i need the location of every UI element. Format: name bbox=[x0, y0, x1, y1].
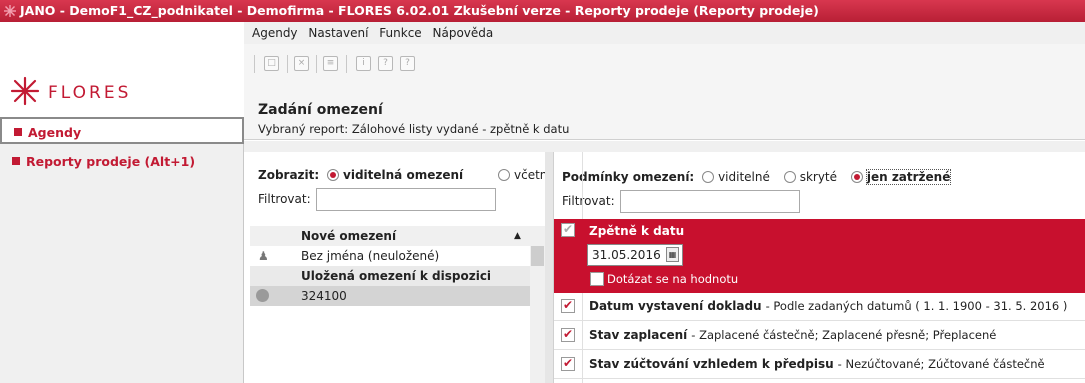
user-icon: ♟ bbox=[258, 249, 269, 263]
toolbar-separator bbox=[287, 55, 288, 73]
sidebar-item-agendy[interactable]: Agendy bbox=[0, 117, 244, 144]
toolbar-separator bbox=[346, 55, 347, 73]
sort-up-icon[interactable]: ▲ bbox=[514, 226, 521, 246]
radio-only-checked[interactable] bbox=[850, 171, 863, 183]
app-icon bbox=[4, 5, 16, 17]
spacer bbox=[244, 141, 1085, 152]
radio-hidden[interactable] bbox=[783, 171, 796, 183]
toolbar-separator bbox=[316, 55, 317, 73]
condition-detail: - Zaplacené částečně; Zaplacené přesně; … bbox=[691, 328, 997, 342]
page-subtitle: Vybraný report: Zálohové listy vydané - … bbox=[258, 122, 570, 136]
list-group-new: Nové omezení ▲ bbox=[250, 226, 530, 246]
page-header: Zadání omezení Vybraný report: Zálohové … bbox=[244, 84, 1085, 140]
condition-name: Stav zúčtování vzhledem k předpisu bbox=[589, 357, 834, 371]
delete-icon[interactable]: × bbox=[294, 56, 309, 71]
conditions-panel: Podmínky omezení: viditelné skryté jen z… bbox=[553, 152, 1085, 383]
radio-visible-filters[interactable] bbox=[327, 169, 340, 181]
toolbar-separator bbox=[254, 55, 255, 73]
menu-funkce[interactable]: Funkce bbox=[379, 26, 421, 40]
sidebar-item-reporty-prodeje[interactable]: Reporty prodeje (Alt+1) bbox=[0, 148, 244, 175]
radio-including-label: včetně bbox=[514, 168, 545, 182]
page-title: Zadání omezení bbox=[258, 102, 383, 118]
radio-only-checked-label: jen zatržené bbox=[865, 169, 952, 185]
radio-visible-label: viditelné bbox=[718, 170, 770, 184]
list-group-saved: Uložená omezení k dispozici bbox=[250, 266, 530, 286]
saved-filters-panel: Zobrazit: viditelná omezení včetně Filtr… bbox=[250, 152, 545, 383]
active-condition-title: Zpětně k datu bbox=[589, 224, 685, 238]
date-input[interactable]: 31.05.2016 ▦ bbox=[587, 244, 683, 266]
radio-visible-label: viditelná omezení bbox=[343, 168, 464, 182]
radio-hidden-label: skryté bbox=[799, 170, 838, 184]
filter-input-right[interactable] bbox=[620, 190, 800, 213]
help-icon[interactable]: ? bbox=[400, 56, 415, 71]
condition-name: Stav zaplacení bbox=[589, 328, 688, 342]
list-item[interactable]: ♟ Bez jména (neuložené) bbox=[250, 246, 530, 266]
condition-checkbox[interactable] bbox=[561, 356, 575, 371]
radio-including[interactable] bbox=[498, 169, 510, 181]
condition-detail: - Podle zadaných datumů ( 1. 1. 1900 - 3… bbox=[765, 299, 1068, 313]
filter-input-left[interactable] bbox=[316, 188, 496, 211]
condition-detail: - Nezúčtované; Zúčtované částečně bbox=[837, 357, 1045, 371]
help-bubble-icon[interactable]: ? bbox=[378, 56, 393, 71]
filter-label-right: Filtrovat: bbox=[562, 194, 615, 208]
ask-value-checkbox[interactable] bbox=[590, 272, 604, 286]
menu-nastaveni[interactable]: Nastavení bbox=[308, 26, 368, 40]
condition-checkbox[interactable] bbox=[561, 327, 575, 342]
sidebar-item-label: Agendy bbox=[28, 125, 82, 140]
condition-row[interactable]: Stav zúčtování vzhledem k předpisu- Nezú… bbox=[554, 351, 1085, 379]
bullet-icon bbox=[12, 157, 20, 165]
ask-value-label: Dotázat se na hodnotu bbox=[607, 272, 739, 286]
active-condition[interactable]: Zpětně k datu 31.05.2016 ▦ Dotázat se na… bbox=[554, 219, 1085, 293]
saved-filter-icon bbox=[256, 289, 269, 302]
list-icon[interactable]: ≡ bbox=[323, 56, 338, 71]
condition-name: Datum vystavení dokladu bbox=[589, 299, 762, 313]
date-value: 31.05.2016 bbox=[592, 248, 661, 262]
open-folder-icon[interactable]: □ bbox=[264, 56, 279, 71]
window-titlebar: JANO - DemoF1_CZ_podnikatel - Demofirma … bbox=[0, 0, 1085, 22]
sidebar-item-label: Reporty prodeje (Alt+1) bbox=[26, 154, 196, 169]
logo-area: FLORES bbox=[0, 22, 244, 117]
show-label: Zobrazit: bbox=[258, 168, 320, 182]
condition-checkbox[interactable] bbox=[561, 298, 575, 313]
info-icon[interactable]: i bbox=[356, 56, 371, 71]
condition-row[interactable]: Datum vystavení dokladu- Podle zadaných … bbox=[554, 293, 1085, 321]
show-options: Zobrazit: viditelná omezení bbox=[258, 168, 463, 182]
toolbar: □ × ≡ i ? ? bbox=[244, 44, 1085, 84]
navigation-pane: FLORES Agendy Reporty prodeje (Alt+1) bbox=[0, 22, 244, 383]
menu-agendy[interactable]: Agendy bbox=[252, 26, 298, 40]
condition-mode-options: Podmínky omezení: viditelné skryté jen z… bbox=[562, 169, 952, 185]
scrollbar-thumb[interactable] bbox=[531, 246, 544, 266]
condition-checkbox[interactable] bbox=[561, 222, 575, 237]
flores-logo: FLORES bbox=[10, 76, 131, 106]
filter-label: Filtrovat: bbox=[258, 192, 311, 206]
condition-row[interactable]: Stav zaplacení- Zaplacené částečně; Zapl… bbox=[554, 322, 1085, 350]
bullet-icon bbox=[14, 128, 22, 136]
list-scrollbar[interactable] bbox=[530, 226, 545, 383]
calendar-icon[interactable]: ▦ bbox=[666, 247, 679, 262]
window-title: JANO - DemoF1_CZ_podnikatel - Demofirma … bbox=[20, 3, 819, 18]
menu-napoveda[interactable]: Nápověda bbox=[433, 26, 494, 40]
svg-text:FLORES: FLORES bbox=[48, 83, 131, 103]
list-item[interactable]: 324100 bbox=[250, 286, 530, 306]
radio-visible[interactable] bbox=[702, 171, 715, 183]
panel-splitter[interactable] bbox=[545, 152, 553, 383]
menu-bar: Agendy Nastavení Funkce Nápověda bbox=[244, 22, 1085, 44]
show-including: včetně bbox=[494, 168, 545, 182]
